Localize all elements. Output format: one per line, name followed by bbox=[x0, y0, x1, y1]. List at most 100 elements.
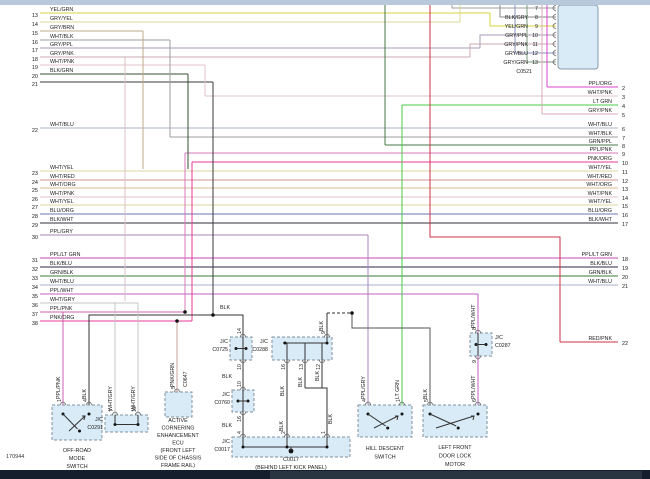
contact-dot bbox=[78, 430, 81, 433]
wire-label: BLK/GRN bbox=[50, 68, 73, 74]
wire-number: 28 bbox=[32, 214, 38, 220]
component-name: C0017 bbox=[283, 457, 299, 463]
wire-number: 17 bbox=[32, 48, 38, 54]
bottom-scrollbar-thumb[interactable] bbox=[270, 471, 642, 479]
pin-number: 13 bbox=[299, 364, 305, 370]
wire-tag: BLK bbox=[280, 386, 286, 396]
junction-dot bbox=[183, 310, 187, 314]
component-name: ECU bbox=[172, 441, 183, 447]
junction-ref: J/C bbox=[222, 439, 230, 445]
wire-label: WHT/PNK bbox=[588, 90, 613, 96]
connector-pin-number: 8 bbox=[535, 15, 538, 21]
connector-pin-label: GRY/PNK bbox=[504, 42, 528, 48]
wire-number: 35 bbox=[32, 294, 38, 300]
connector-pin-number: 11 bbox=[533, 42, 539, 48]
wire-label: WHT/PNK bbox=[588, 191, 613, 197]
wire-number: 30 bbox=[32, 235, 38, 241]
wire-number: 9 bbox=[622, 152, 625, 158]
wire-number: 29 bbox=[32, 223, 38, 229]
connector-pin-number: 7 bbox=[535, 6, 538, 12]
junction-dot bbox=[284, 342, 287, 345]
pin-number: 1 bbox=[321, 431, 327, 434]
wire-number: 25 bbox=[32, 188, 38, 194]
wire-number: 31 bbox=[32, 258, 38, 264]
connector-c0521[interactable] bbox=[558, 5, 598, 69]
pin-number: 4 bbox=[237, 431, 243, 434]
component-name: CORNERING bbox=[162, 426, 195, 432]
wire-tag: WHT/GRY bbox=[131, 386, 137, 411]
wire-number: 34 bbox=[32, 285, 38, 291]
wire-tag: WHT/GRY bbox=[108, 386, 114, 411]
connector-pin-label: GRY/PPL bbox=[505, 33, 528, 39]
connector-pin-label: YEL/GRN bbox=[505, 24, 528, 30]
contact-dot bbox=[477, 413, 480, 416]
wire-number: 5 bbox=[622, 113, 625, 119]
wire-number: 24 bbox=[32, 180, 38, 186]
connector-pin-label: GRY/BLU bbox=[505, 51, 528, 57]
junction-dot bbox=[286, 446, 289, 449]
component-name: ACTIVE bbox=[168, 418, 188, 424]
pin-number: 9 bbox=[472, 360, 478, 363]
wire-label: WHT/ORG bbox=[50, 182, 76, 188]
wire-label: PPL/WHT bbox=[50, 288, 74, 294]
wire-label: BLK/WHT bbox=[50, 217, 74, 223]
wire-number: 11 bbox=[622, 170, 628, 176]
contact-dot bbox=[401, 413, 404, 416]
wire-label: BLK/BLU bbox=[590, 261, 612, 267]
connector-id: C0521 bbox=[516, 69, 532, 75]
pin-number: 16 bbox=[281, 364, 287, 370]
wire-tag: PPL/WHT bbox=[471, 375, 477, 399]
wire-label: GRN/BLK bbox=[50, 270, 74, 276]
component-name: HILL DESCENT bbox=[366, 446, 405, 452]
junction-c0291[interactable] bbox=[105, 415, 148, 432]
wire-tag: PPL/PNK bbox=[56, 376, 62, 399]
component-name: MODE bbox=[69, 456, 86, 462]
wire-label: GRN/PPL bbox=[589, 139, 612, 145]
wire-number: 18 bbox=[622, 257, 628, 263]
wire-tag: C0647 bbox=[183, 371, 189, 387]
wire-number: 8 bbox=[622, 144, 625, 150]
wire-label: PPL/PNK bbox=[590, 147, 613, 153]
wire-path bbox=[305, 388, 327, 437]
wire-number: 3 bbox=[622, 95, 625, 101]
wire-tag: BLK bbox=[328, 414, 334, 424]
connector-pin-label: GRY/GRN bbox=[503, 60, 528, 66]
junction-ref: C0287 bbox=[495, 343, 511, 349]
wire-number: 26 bbox=[32, 197, 38, 203]
wire-label: WHT/PNK bbox=[50, 191, 75, 197]
pin-number: 10 bbox=[237, 364, 243, 370]
active-cornering-enhancement-ecu[interactable] bbox=[165, 392, 192, 417]
junction-ref: J/C bbox=[95, 417, 103, 423]
wire-number: 7 bbox=[622, 136, 625, 142]
hill-descent-switch[interactable] bbox=[358, 405, 412, 437]
contact-dot bbox=[88, 413, 91, 416]
wire-label: WHT/YEL bbox=[50, 165, 74, 171]
junction-ref: C0017 bbox=[214, 447, 230, 453]
wire-tag: BLK bbox=[222, 374, 232, 380]
junction-ref: C0288 bbox=[252, 347, 268, 353]
window-top-border bbox=[0, 0, 650, 5]
wire-tag: BLK bbox=[319, 321, 325, 331]
connector-pin-label: BLK/GRY bbox=[505, 15, 528, 21]
wiring-diagram-canvas[interactable]: 13YEL/GRN14GRY/YEL15GRY/BRN16WHT/BLK17GR… bbox=[0, 0, 650, 479]
junction-c0288[interactable] bbox=[272, 337, 332, 360]
connector-pin-number: 13 bbox=[532, 60, 538, 66]
wire-number: 37 bbox=[32, 312, 38, 318]
wire-number: 14 bbox=[622, 196, 628, 202]
wire-tag: BLK bbox=[82, 389, 88, 399]
left-front-door-lock-motor[interactable] bbox=[423, 405, 487, 437]
component-name: OFF-ROAD bbox=[63, 448, 91, 454]
junction-ref: J/C bbox=[222, 392, 230, 398]
wire-label: WHT/YEL bbox=[588, 165, 612, 171]
wire-number: 16 bbox=[32, 40, 38, 46]
wire-label: GRY/YEL bbox=[50, 16, 73, 22]
wire-number: 32 bbox=[32, 267, 38, 273]
wire-label: PPL/GRY bbox=[50, 229, 73, 235]
wire-number: 20 bbox=[32, 74, 38, 80]
wire-label: WHT/BLU bbox=[588, 279, 612, 285]
contact-dot bbox=[386, 427, 389, 430]
junction-ref: J/C bbox=[220, 339, 228, 345]
diagram-id: 170944 bbox=[6, 454, 24, 460]
junction-ref: C0760 bbox=[214, 400, 230, 406]
component-name: LEFT FRONT bbox=[438, 445, 472, 451]
